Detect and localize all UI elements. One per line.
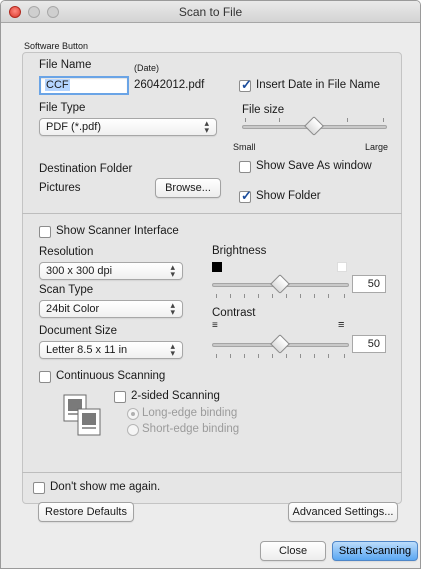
two-sided-scanning-label: 2-sided Scanning: [131, 390, 220, 402]
brightness-tick: [328, 294, 329, 298]
contrast-tick: [216, 354, 217, 358]
start-scanning-button[interactable]: Start Scanning: [332, 541, 418, 561]
brightness-tick: [286, 294, 287, 298]
scan-type-label: Scan Type: [39, 284, 94, 296]
dont-show-checkbox[interactable]: [33, 482, 45, 494]
section-label: Software Button: [24, 41, 89, 51]
low-contrast-icon: ≡: [212, 320, 218, 331]
show-save-as-label: Show Save As window: [256, 160, 372, 172]
contrast-value-field[interactable]: 50: [352, 335, 386, 353]
updown-arrows-icon: ▴ ▾: [170, 300, 175, 317]
file-name-value: CCF: [45, 79, 70, 91]
contrast-tick: [258, 354, 259, 358]
close-button[interactable]: Close: [260, 541, 326, 561]
contrast-tick: [328, 354, 329, 358]
insert-date-checkbox[interactable]: ✓: [239, 77, 252, 92]
scan-to-file-window: Scan to File Software Button File Name (…: [0, 0, 421, 569]
file-size-tick: [279, 118, 280, 122]
contrast-tick: [344, 354, 345, 358]
continuous-scanning-checkbox[interactable]: [39, 371, 51, 383]
resolution-value: 300 x 300 dpi: [46, 265, 113, 277]
section-divider: [22, 213, 402, 214]
brightness-value-field[interactable]: 50: [352, 275, 386, 293]
long-edge-label: Long-edge binding: [142, 407, 238, 419]
contrast-tick: [230, 354, 231, 358]
brightness-tick: [314, 294, 315, 298]
show-scanner-interface-label: Show Scanner Interface: [56, 225, 179, 237]
file-name-input[interactable]: CCF: [39, 76, 129, 95]
title-bar: Scan to File: [1, 1, 420, 23]
document-size-label: Document Size: [39, 325, 117, 337]
brightness-label: Brightness: [212, 245, 267, 257]
resolution-select[interactable]: 300 x 300 dpi ▴ ▾: [39, 262, 183, 280]
brightness-tick: [272, 294, 273, 298]
short-edge-label: Short-edge binding: [142, 423, 240, 435]
two-sided-scanning-checkbox[interactable]: [114, 391, 126, 403]
brightness-tick: [244, 294, 245, 298]
dark-swatch-icon: [212, 262, 222, 272]
brightness-tick: [216, 294, 217, 298]
resolution-label: Resolution: [39, 246, 94, 258]
document-size-value: Letter 8.5 x 11 in: [46, 344, 128, 356]
contrast-tick: [286, 354, 287, 358]
contrast-tick: [244, 354, 245, 358]
scan-type-select[interactable]: 24bit Color ▴ ▾: [39, 300, 183, 318]
file-type-label: File Type: [39, 102, 86, 114]
date-suffix-text: 26042012.pdf: [134, 79, 205, 91]
file-size-tick: [347, 118, 348, 122]
file-type-value: PDF (*.pdf): [46, 121, 102, 133]
updown-arrows-icon: ▴ ▾: [170, 262, 175, 279]
section-divider: [22, 472, 402, 473]
file-size-tick: [245, 118, 246, 122]
short-edge-radio[interactable]: [127, 424, 139, 436]
file-size-max-label: Large: [365, 142, 389, 152]
browse-button[interactable]: Browse...: [155, 178, 221, 198]
light-swatch-icon: [337, 262, 347, 272]
brightness-tick: [230, 294, 231, 298]
destination-folder-label: Destination Folder: [39, 163, 133, 175]
brightness-tick: [300, 294, 301, 298]
scan-type-value: 24bit Color: [46, 303, 100, 315]
show-scanner-interface-checkbox[interactable]: [39, 226, 51, 238]
file-size-label: File size: [242, 104, 285, 116]
window-title: Scan to File: [178, 5, 243, 19]
show-folder-checkbox[interactable]: ✓: [239, 188, 252, 203]
show-save-as-checkbox[interactable]: [239, 161, 251, 173]
long-edge-radio[interactable]: [127, 408, 139, 420]
file-name-label: File Name: [39, 59, 92, 71]
continuous-scanning-label: Continuous Scanning: [56, 370, 166, 382]
updown-arrows-icon: ▴ ▾: [170, 341, 175, 358]
contrast-tick: [272, 354, 273, 358]
radio-dot-icon: [131, 412, 135, 416]
advanced-settings-button[interactable]: Advanced Settings...: [288, 502, 398, 522]
dont-show-label: Don't show me again.: [50, 481, 161, 493]
file-size-tick: [383, 118, 384, 122]
file-type-select[interactable]: PDF (*.pdf) ▴ ▾: [39, 118, 217, 136]
destination-folder-value: Pictures: [39, 182, 81, 194]
contrast-label: Contrast: [212, 307, 256, 319]
high-contrast-icon: ≡: [338, 319, 345, 331]
contrast-tick: [300, 354, 301, 358]
show-folder-label: Show Folder: [256, 190, 321, 202]
contrast-tick: [314, 354, 315, 358]
checkmark-icon: ✓: [241, 77, 252, 92]
insert-date-label: Insert Date in File Name: [256, 79, 380, 91]
brightness-tick: [344, 294, 345, 298]
brightness-tick: [258, 294, 259, 298]
date-hint-label: (Date): [134, 63, 160, 73]
document-size-select[interactable]: Letter 8.5 x 11 in ▴ ▾: [39, 341, 183, 359]
restore-defaults-button[interactable]: Restore Defaults: [38, 502, 134, 522]
updown-arrows-icon: ▴ ▾: [204, 118, 209, 135]
checkmark-icon: ✓: [241, 188, 252, 203]
file-size-min-label: Small: [233, 142, 256, 152]
